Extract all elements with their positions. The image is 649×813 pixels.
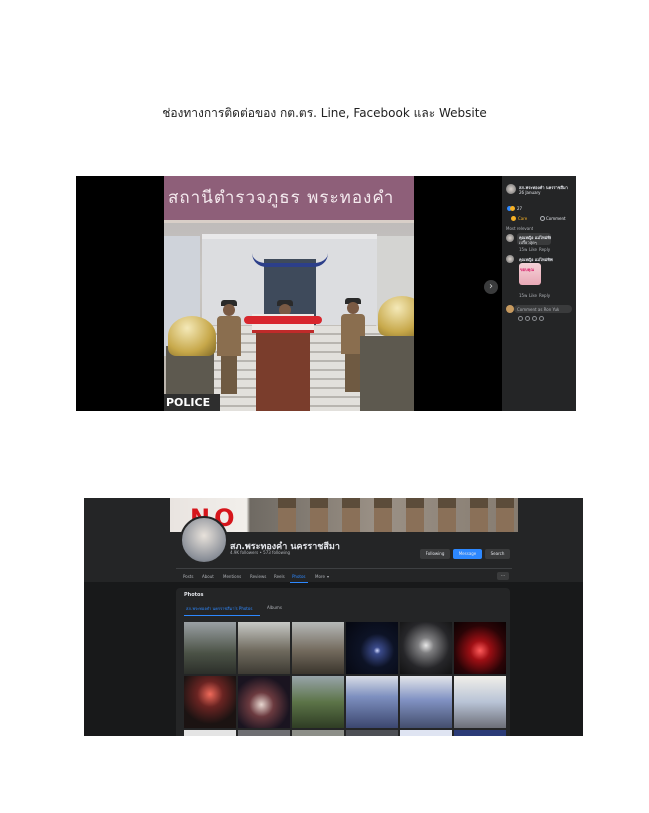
tab-reels[interactable]: Reels [274,574,285,579]
comment1-time: 15w [519,247,528,252]
emoji-icon[interactable] [518,316,523,321]
photo-thumbnail[interactable] [238,622,290,674]
photo-thumbnail[interactable] [292,676,344,728]
tab-reviews[interactable]: Reviews [250,574,266,579]
user-avatar [506,305,514,313]
podium [256,326,310,411]
comments-panel: สภ.พระทองคำ นครราชสีมา 26 January 27 Car… [502,176,576,411]
post-date: 26 January [519,190,541,195]
photo-thumbnail[interactable] [400,622,452,674]
comment-placeholder: Comment as Ron Yuk [517,307,560,312]
commenter-avatar[interactable] [506,234,514,242]
officer-figure [216,300,242,394]
facebook-page-screenshot: NO สภ.พระทองคำ นครราชสีมา 4.9K followers… [84,498,583,736]
photo-thumbnail[interactable] [454,676,506,728]
chevron-down-icon[interactable]: ▾ [327,574,329,579]
comment2-time: 15w [519,293,528,298]
following-button[interactable]: Following [420,549,450,559]
tab-more[interactable]: More [315,574,325,579]
comment1-like-link[interactable]: Like [529,247,537,252]
ceremony-photo: สถานีตำรวจภูธร พระทองคำ POLICE [164,176,414,411]
photo-thumbnail[interactable] [400,730,452,736]
message-button[interactable]: Message [453,549,482,559]
tab-about[interactable]: About [202,574,214,579]
message-label: Message [458,551,477,556]
sort-dropdown[interactable]: Most relevant [506,226,533,231]
camera-icon[interactable] [525,316,530,321]
search-button[interactable]: Search [485,549,510,559]
subtab-albums[interactable]: Albums [267,605,282,610]
comment1-reply-link[interactable]: Reply [539,247,550,252]
photo-thumbnail[interactable] [400,676,452,728]
photo-thumbnail[interactable] [292,730,344,736]
photos-title: Photos [184,592,204,598]
police-label: POLICE [164,394,220,411]
comment2-reply-link[interactable]: Reply [539,293,550,298]
red-ribbon [244,316,322,324]
photo-thumbnail[interactable] [238,730,290,736]
care-button[interactable]: Care [518,216,527,221]
photo-thumbnail[interactable] [184,676,236,728]
comment-button[interactable]: Comment [546,216,566,221]
photo-thumbnail[interactable] [292,622,344,674]
blue-drape [252,253,328,267]
station-sign: สถานีตำรวจภูธร พระทองคำ [164,176,414,223]
tab-mentions[interactable]: Mentions [223,574,241,579]
commenter-avatar[interactable] [506,255,514,263]
comment-icon [540,216,545,221]
page-avatar[interactable] [506,184,516,194]
page-caption: ช่องทางการติดต่อของ กต.ตร. Line, Faceboo… [162,106,487,120]
search-label: Search [490,551,505,556]
photo-thumbnail[interactable] [238,676,290,728]
photo-thumbnail[interactable] [454,730,506,736]
photo-thumbnail[interactable] [454,622,506,674]
follower-stats[interactable]: 4.9K followers • 573 following [230,550,290,555]
photo-thumbnail[interactable] [346,676,398,728]
care-reaction-icon [510,206,515,211]
subtab-page-photos[interactable]: สภ.พระทองคำ นครราชสีมา's Photos [186,605,252,612]
helmet-left [168,316,216,356]
sticker-icon[interactable] [539,316,544,321]
gif-icon[interactable] [532,316,537,321]
chevron-right-icon[interactable]: › [484,280,498,294]
photo-thumbnail[interactable] [346,622,398,674]
photo-thumbnail[interactable] [184,622,236,674]
photo-thumbnail[interactable] [184,730,236,736]
comment2-author[interactable]: คุณหญิง แม่ไหม่ทิพย์ [519,256,553,263]
tab-posts[interactable]: Posts [183,574,193,579]
care-icon [511,216,516,221]
reaction-count[interactable]: 27 [517,206,522,211]
following-label: Following [425,551,445,556]
comment2-like-link[interactable]: Like [529,293,537,298]
post-photo-viewer-screenshot: สถานีตำรวจภูธร พระทองคำ POLICE › สภ.พระท… [76,176,576,411]
more-options-button[interactable]: ··· [497,572,509,580]
sticker-text: ขอบคุณ [520,267,535,272]
tab-photos[interactable]: Photos [292,574,306,579]
photo-thumbnail[interactable] [346,730,398,736]
helmet-right [378,296,414,336]
page-avatar[interactable] [180,516,228,564]
comment1-text: เปรี้ยวสุดๆ [519,240,537,245]
